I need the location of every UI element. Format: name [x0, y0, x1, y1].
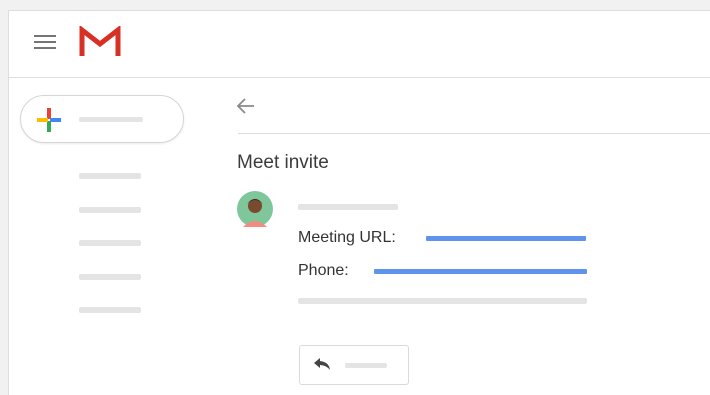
back-arrow-icon[interactable]	[234, 96, 256, 116]
meeting-url-link[interactable]	[426, 236, 586, 241]
sidebar-item-3[interactable]	[79, 240, 141, 246]
reply-icon	[314, 358, 330, 370]
reply-label-placeholder	[345, 363, 387, 368]
avatar[interactable]	[237, 191, 273, 227]
sidebar-item-4[interactable]	[79, 274, 141, 280]
meeting-url-label: Meeting URL:	[298, 229, 396, 246]
compose-button[interactable]	[20, 95, 184, 143]
sender-name-placeholder	[298, 204, 398, 210]
email-subject: Meet invite	[237, 152, 329, 173]
header-divider	[238, 133, 710, 134]
phone-label: Phone:	[298, 262, 349, 279]
compose-label-placeholder	[79, 117, 143, 122]
phone-number-link[interactable]	[374, 269, 587, 274]
plus-icon	[37, 108, 61, 132]
hamburger-menu-icon[interactable]	[34, 34, 56, 50]
sidebar-item-2[interactable]	[79, 207, 141, 213]
reply-button[interactable]	[299, 345, 409, 385]
gmail-logo-icon[interactable]	[79, 26, 121, 58]
message-body-placeholder	[298, 298, 587, 304]
top-bar	[9, 11, 710, 78]
sidebar-item-1[interactable]	[79, 173, 141, 179]
app-window: Meet invite Meeting URL: Phone:	[8, 10, 710, 395]
sidebar-item-5[interactable]	[79, 307, 141, 313]
